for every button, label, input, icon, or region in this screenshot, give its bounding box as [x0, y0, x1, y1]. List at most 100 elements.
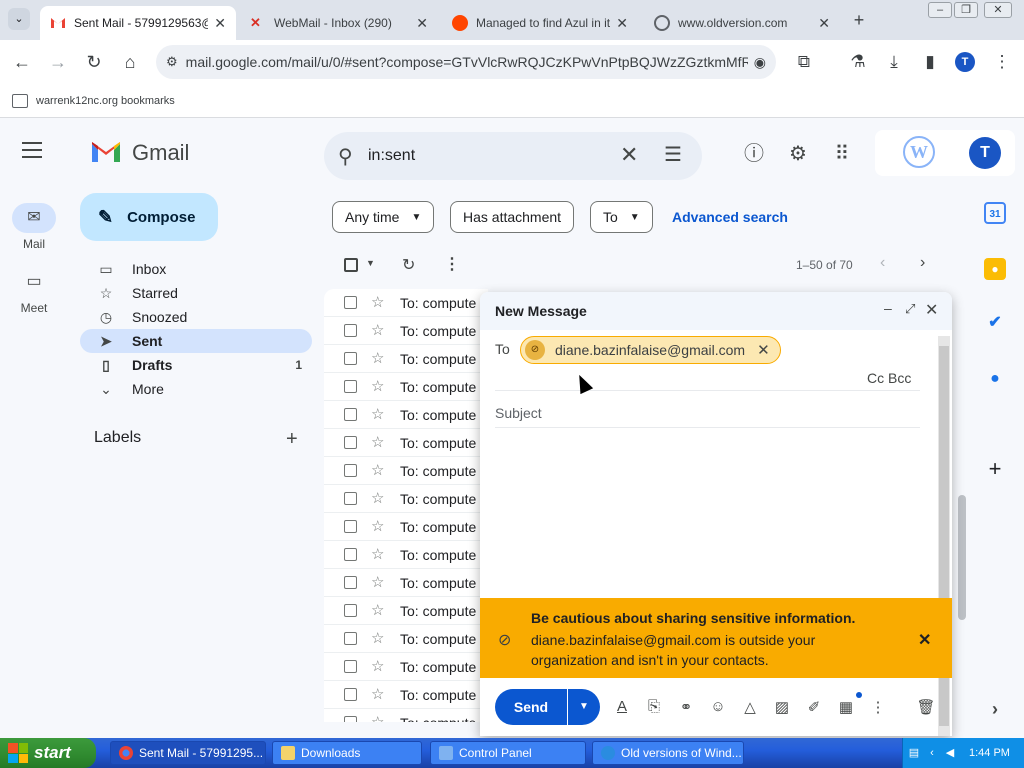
star-icon[interactable]: ☆ — [371, 489, 384, 507]
row-checkbox[interactable] — [344, 464, 357, 477]
contacts-icon[interactable]: ● — [984, 368, 1006, 390]
wordpress-icon[interactable]: W — [903, 136, 935, 168]
nav-snoozed[interactable]: ◷ Snoozed — [80, 305, 312, 329]
row-checkbox[interactable] — [344, 688, 357, 701]
row-checkbox[interactable] — [344, 296, 357, 309]
tab-reddit[interactable]: Managed to find Azul in its ✕ — [442, 6, 638, 40]
search-options-icon[interactable]: ☰ — [664, 142, 682, 167]
star-icon[interactable]: ☆ — [371, 405, 384, 423]
schedule-icon[interactable]: ▦ — [836, 698, 856, 716]
row-checkbox[interactable] — [344, 324, 357, 337]
cc-bcc-link[interactable]: Cc Bcc — [867, 370, 911, 386]
star-icon[interactable]: ☆ — [371, 629, 384, 647]
reload-button[interactable]: ↻ — [82, 50, 106, 74]
message-row[interactable]: ☆ To: compute — [324, 457, 488, 485]
row-checkbox[interactable] — [344, 716, 357, 722]
main-menu-icon[interactable] — [22, 142, 46, 162]
message-row[interactable]: ☆ To: compute — [324, 513, 488, 541]
row-checkbox[interactable] — [344, 576, 357, 589]
search-icon[interactable]: ⚲ — [338, 144, 353, 169]
message-row[interactable]: ☆ To: compute — [324, 289, 488, 317]
close-icon[interactable]: ✕ — [416, 15, 428, 32]
forward-button[interactable]: → — [46, 50, 70, 74]
message-row[interactable]: ☆ To: compute — [324, 373, 488, 401]
close-icon[interactable]: ✕ — [925, 300, 938, 320]
expand-icon[interactable]: ⤢ — [905, 301, 915, 317]
search-input[interactable] — [368, 142, 588, 170]
row-checkbox[interactable] — [344, 408, 357, 421]
send-options-icon[interactable]: ▼ — [568, 689, 600, 725]
signature-icon[interactable]: ✐ — [804, 698, 824, 716]
star-icon[interactable]: ☆ — [371, 545, 384, 563]
row-checkbox[interactable] — [344, 604, 357, 617]
dismiss-warning-icon[interactable]: ✕ — [918, 630, 931, 650]
tab-webmail[interactable]: ✕ WebMail - Inbox (290) ✕ — [240, 6, 438, 40]
volume-icon[interactable]: ◀ — [943, 746, 957, 760]
restore-button[interactable]: ❐ — [954, 2, 978, 18]
filter-any-time[interactable]: Any time ▼ — [332, 201, 435, 233]
window-close-button[interactable]: ✕ — [984, 2, 1012, 18]
browser-menu-icon[interactable]: ⋮ — [992, 52, 1012, 72]
profile-avatar[interactable]: T — [955, 52, 975, 72]
star-icon[interactable]: ☆ — [371, 293, 384, 311]
bookmark-folder[interactable]: warrenk12nc.org bookmarks — [12, 94, 175, 108]
compose-button[interactable]: ✎ Compose — [80, 193, 218, 241]
star-icon[interactable]: ☆ — [371, 601, 384, 619]
discard-draft-icon[interactable]: 🗑 — [916, 698, 936, 716]
tasks-icon[interactable]: ✔ — [984, 312, 1006, 334]
eye-icon[interactable]: ◉ — [754, 54, 766, 71]
keyboard-icon[interactable]: ▤ — [907, 746, 921, 760]
star-icon[interactable]: ☆ — [371, 573, 384, 591]
start-button[interactable]: start — [0, 738, 96, 768]
next-page-icon[interactable]: › — [920, 254, 925, 272]
gmail-logo-icon[interactable] — [90, 140, 122, 164]
compose-header[interactable]: New Message – ⤢ ✕ — [480, 292, 952, 330]
tab-search-dropdown[interactable]: ⌄ — [8, 8, 30, 30]
download-icon[interactable]: ⤓ — [884, 52, 904, 72]
star-icon[interactable]: ☆ — [371, 657, 384, 675]
recipient-chip[interactable]: ⊘ diane.bazinfalaise@gmail.com ✕ — [520, 336, 781, 364]
row-checkbox[interactable] — [344, 352, 357, 365]
nav-more[interactable]: ⌄ More — [80, 377, 312, 401]
link-icon[interactable]: ⚭ — [676, 698, 696, 716]
message-row[interactable]: ☆ To: compute — [324, 625, 488, 653]
send-button[interactable]: Send — [495, 689, 567, 725]
task-downloads[interactable]: Downloads — [272, 741, 422, 765]
message-row[interactable]: ☆ To: compute — [324, 653, 488, 681]
attach-icon[interactable]: ⎘ — [644, 698, 664, 715]
row-checkbox[interactable] — [344, 548, 357, 561]
add-addon-icon[interactable]: + — [984, 458, 1006, 480]
row-checkbox[interactable] — [344, 520, 357, 533]
tab-sent-mail[interactable]: Sent Mail - 5799129563@w ✕ — [40, 6, 236, 40]
message-row[interactable]: ☆ To: compute — [324, 709, 488, 722]
site-info-icon[interactable]: ⚙ — [166, 54, 178, 70]
message-body[interactable] — [495, 432, 935, 592]
drive-icon[interactable]: △ — [740, 698, 760, 716]
image-icon[interactable]: ▨ — [772, 698, 792, 716]
message-row[interactable]: ☆ To: compute — [324, 541, 488, 569]
row-checkbox[interactable] — [344, 436, 357, 449]
minimize-button[interactable]: – — [928, 2, 952, 18]
message-row[interactable]: ☆ To: compute — [324, 429, 488, 457]
star-icon[interactable]: ☆ — [371, 321, 384, 339]
text-format-icon[interactable]: A — [612, 698, 632, 715]
account-avatar[interactable]: T — [969, 137, 1001, 169]
task-sent-mail[interactable]: Sent Mail - 57991295... — [110, 741, 266, 765]
nav-sent[interactable]: ➤ Sent — [80, 329, 312, 353]
star-icon[interactable]: ☆ — [371, 713, 384, 722]
close-icon[interactable]: ✕ — [818, 15, 830, 32]
nav-drafts[interactable]: ▯ Drafts 1 — [80, 353, 312, 377]
minimize-icon[interactable]: – — [884, 300, 892, 316]
new-tab-button[interactable]: + — [848, 9, 870, 31]
select-all-checkbox[interactable] — [344, 258, 358, 272]
labs-icon[interactable]: ⚗ — [848, 52, 868, 72]
page-scrollbar[interactable] — [956, 290, 968, 722]
star-icon[interactable]: ☆ — [371, 685, 384, 703]
message-row[interactable]: ☆ To: compute — [324, 401, 488, 429]
star-icon[interactable]: ☆ — [371, 461, 384, 479]
expand-panel-icon[interactable]: › — [984, 698, 1006, 720]
apps-grid-icon[interactable]: ⠿ — [830, 142, 854, 166]
task-old-versions[interactable]: Old versions of Wind... — [592, 741, 744, 765]
star-icon[interactable]: ☆ — [371, 349, 384, 367]
star-icon[interactable]: ☆ — [371, 377, 384, 395]
